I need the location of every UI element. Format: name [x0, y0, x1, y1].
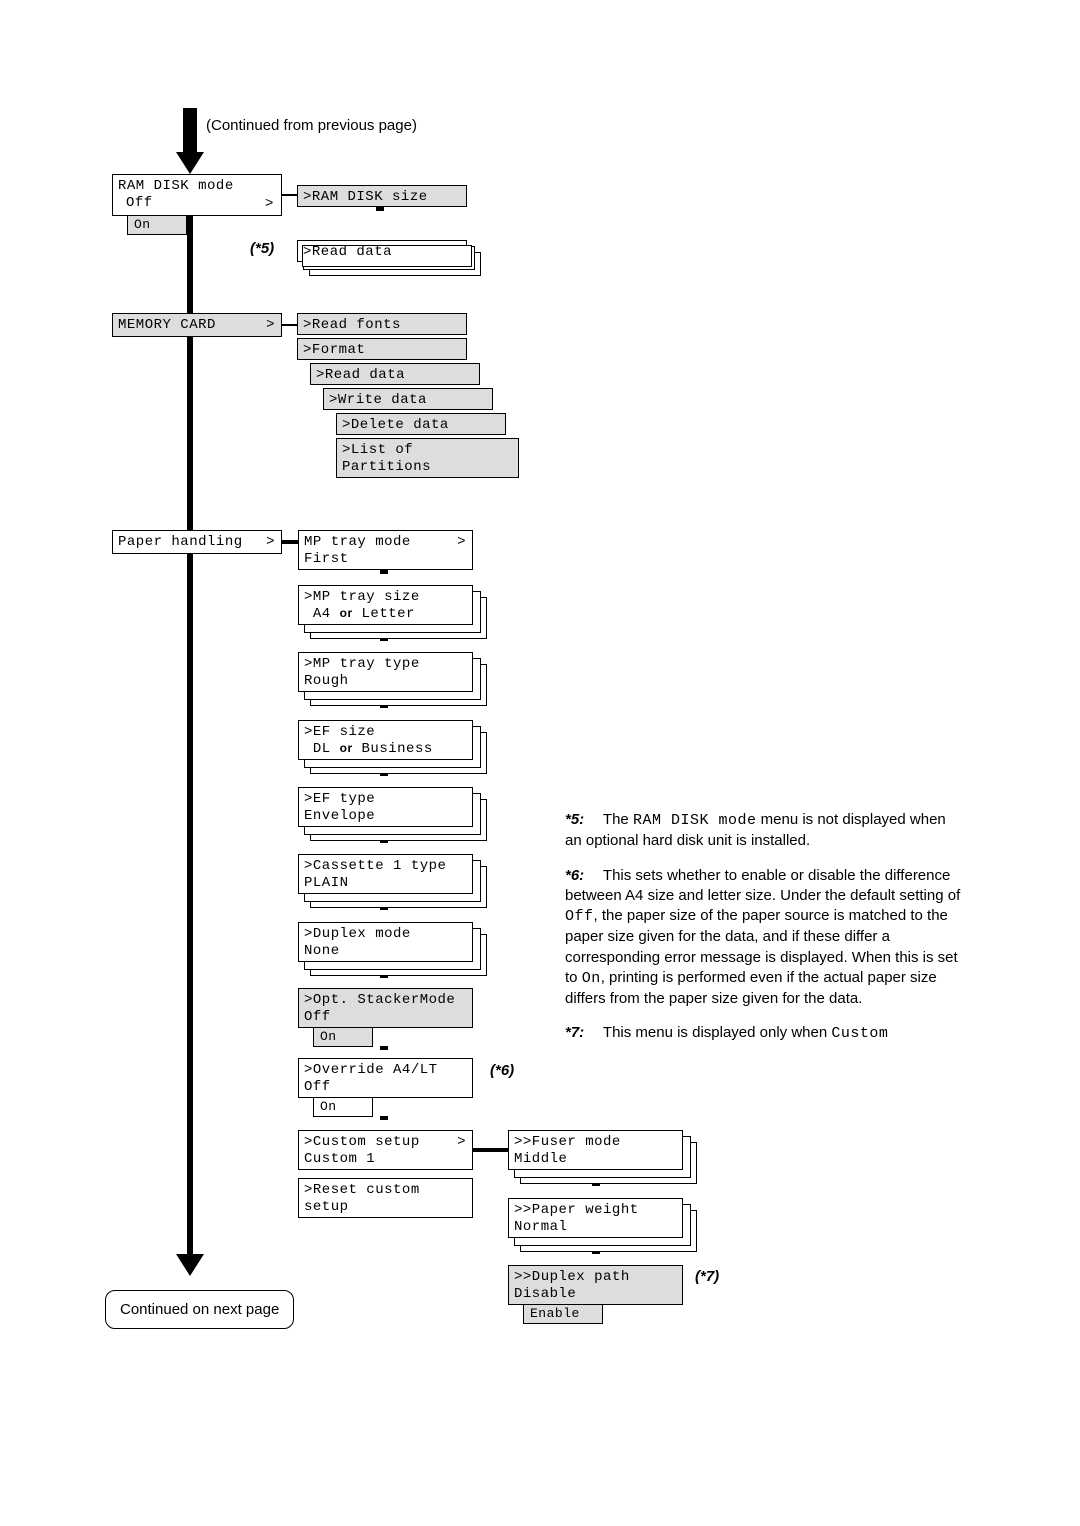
connector: [380, 1046, 388, 1050]
override-box: >Override A4/LT Off: [298, 1058, 473, 1098]
custom-setup-box: >Custom setup > Custom 1: [298, 1130, 473, 1170]
write-data-box: >Write data: [323, 388, 493, 410]
stacker-on-option: On: [313, 1028, 373, 1047]
chevron-right-icon: >: [457, 1134, 466, 1151]
connector: [282, 540, 298, 544]
chevron-right-icon: >: [265, 196, 273, 212]
connector: [376, 207, 384, 211]
connector: [282, 194, 297, 196]
connector: [282, 324, 297, 326]
paper-weight-box: >>Paper weight Normal: [508, 1198, 683, 1238]
footnote-6: *6: This sets whether to enable or disab…: [565, 866, 965, 1010]
footnote-5: *5: The RAM DISK mode menu is not displa…: [565, 810, 965, 852]
continued-from-label: (Continued from previous page): [206, 117, 417, 134]
connector: [380, 570, 388, 574]
chevron-right-icon: >: [266, 534, 275, 551]
fuser-mode-box: >>Fuser mode Middle: [508, 1130, 683, 1170]
ef-type-box: >EF type Envelope: [298, 787, 473, 827]
format-box: >Format: [297, 338, 467, 360]
ram-disk-size-box: >RAM DISK size: [297, 185, 467, 207]
mp-tray-type-box: >MP tray type Rough: [298, 652, 473, 692]
delete-data-box: >Delete data: [336, 413, 506, 435]
ram-disk-on-option: On: [127, 216, 187, 235]
duplex-mode-box: >Duplex mode None: [298, 922, 473, 962]
mp-tray-mode-box: MP tray mode > First: [298, 530, 473, 570]
chevron-right-icon: >: [266, 317, 275, 334]
ram-disk-mode-box: RAM DISK mode Off: [112, 174, 282, 216]
paper-handling-box: Paper handling >: [112, 530, 282, 554]
chevron-down-icon: [176, 152, 204, 174]
list-partitions-box: >List of Partitions: [336, 438, 519, 478]
duplex-path-box: >>Duplex path Disable: [508, 1265, 683, 1305]
connector: [473, 1148, 508, 1152]
label: RAM DISK mode: [118, 178, 234, 194]
opt-stacker-box: >Opt. StackerMode Off: [298, 988, 473, 1028]
value: Off: [118, 195, 153, 211]
read-data-box: >Read data: [297, 240, 467, 262]
duplex-enable-option: Enable: [523, 1305, 603, 1324]
override-on-option: On: [313, 1098, 373, 1117]
memory-card-box: MEMORY CARD >: [112, 313, 282, 337]
ef-size-box: >EF size DL or Business: [298, 720, 473, 760]
read-data-box: >Read data: [310, 363, 480, 385]
footnote-ref-5: (*5): [250, 240, 274, 257]
footnote-ref-6: (*6): [490, 1062, 514, 1079]
footnote-7: *7: This menu is displayed only when Cus…: [565, 1023, 965, 1044]
footnotes-block: *5: The RAM DISK mode menu is not displa…: [565, 810, 965, 1059]
mp-tray-size-box: >MP tray size A4 or Letter: [298, 585, 473, 625]
continued-next-box: Continued on next page: [105, 1290, 294, 1329]
reset-custom-box: >Reset custom setup: [298, 1178, 473, 1218]
read-fonts-box: >Read fonts: [297, 313, 467, 335]
footnote-ref-7: (*7): [695, 1268, 719, 1285]
chevron-down-icon: [176, 1254, 204, 1276]
arrow-shaft-top: [183, 108, 197, 152]
connector: [380, 1116, 388, 1120]
chevron-right-icon: >: [457, 534, 466, 551]
cassette-type-box: >Cassette 1 type PLAIN: [298, 854, 473, 894]
